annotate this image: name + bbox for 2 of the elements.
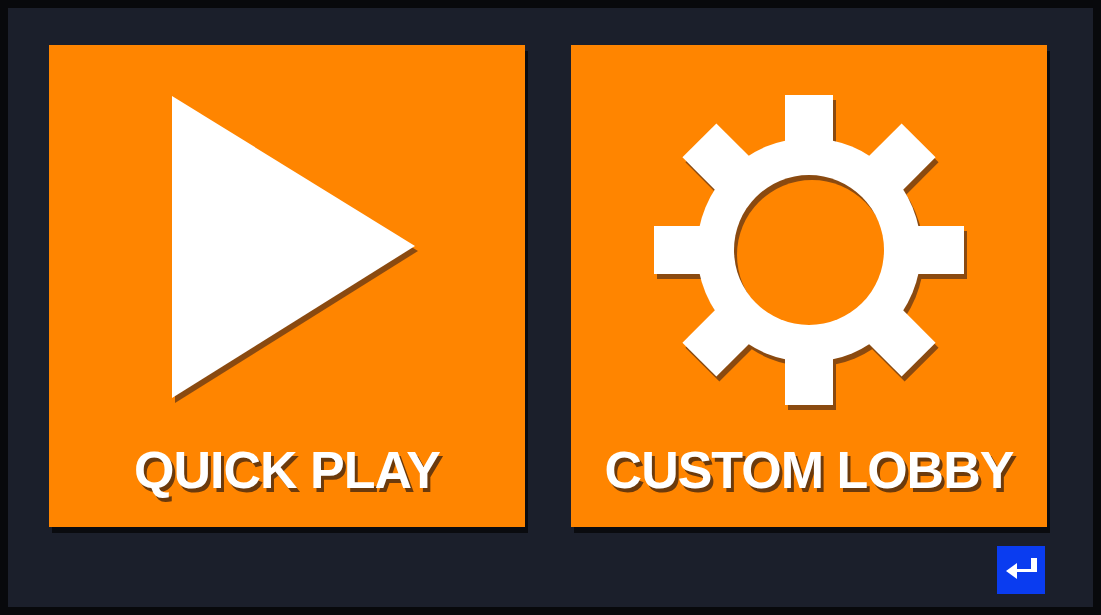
play-icon (172, 96, 415, 398)
back-button[interactable] (997, 546, 1045, 594)
